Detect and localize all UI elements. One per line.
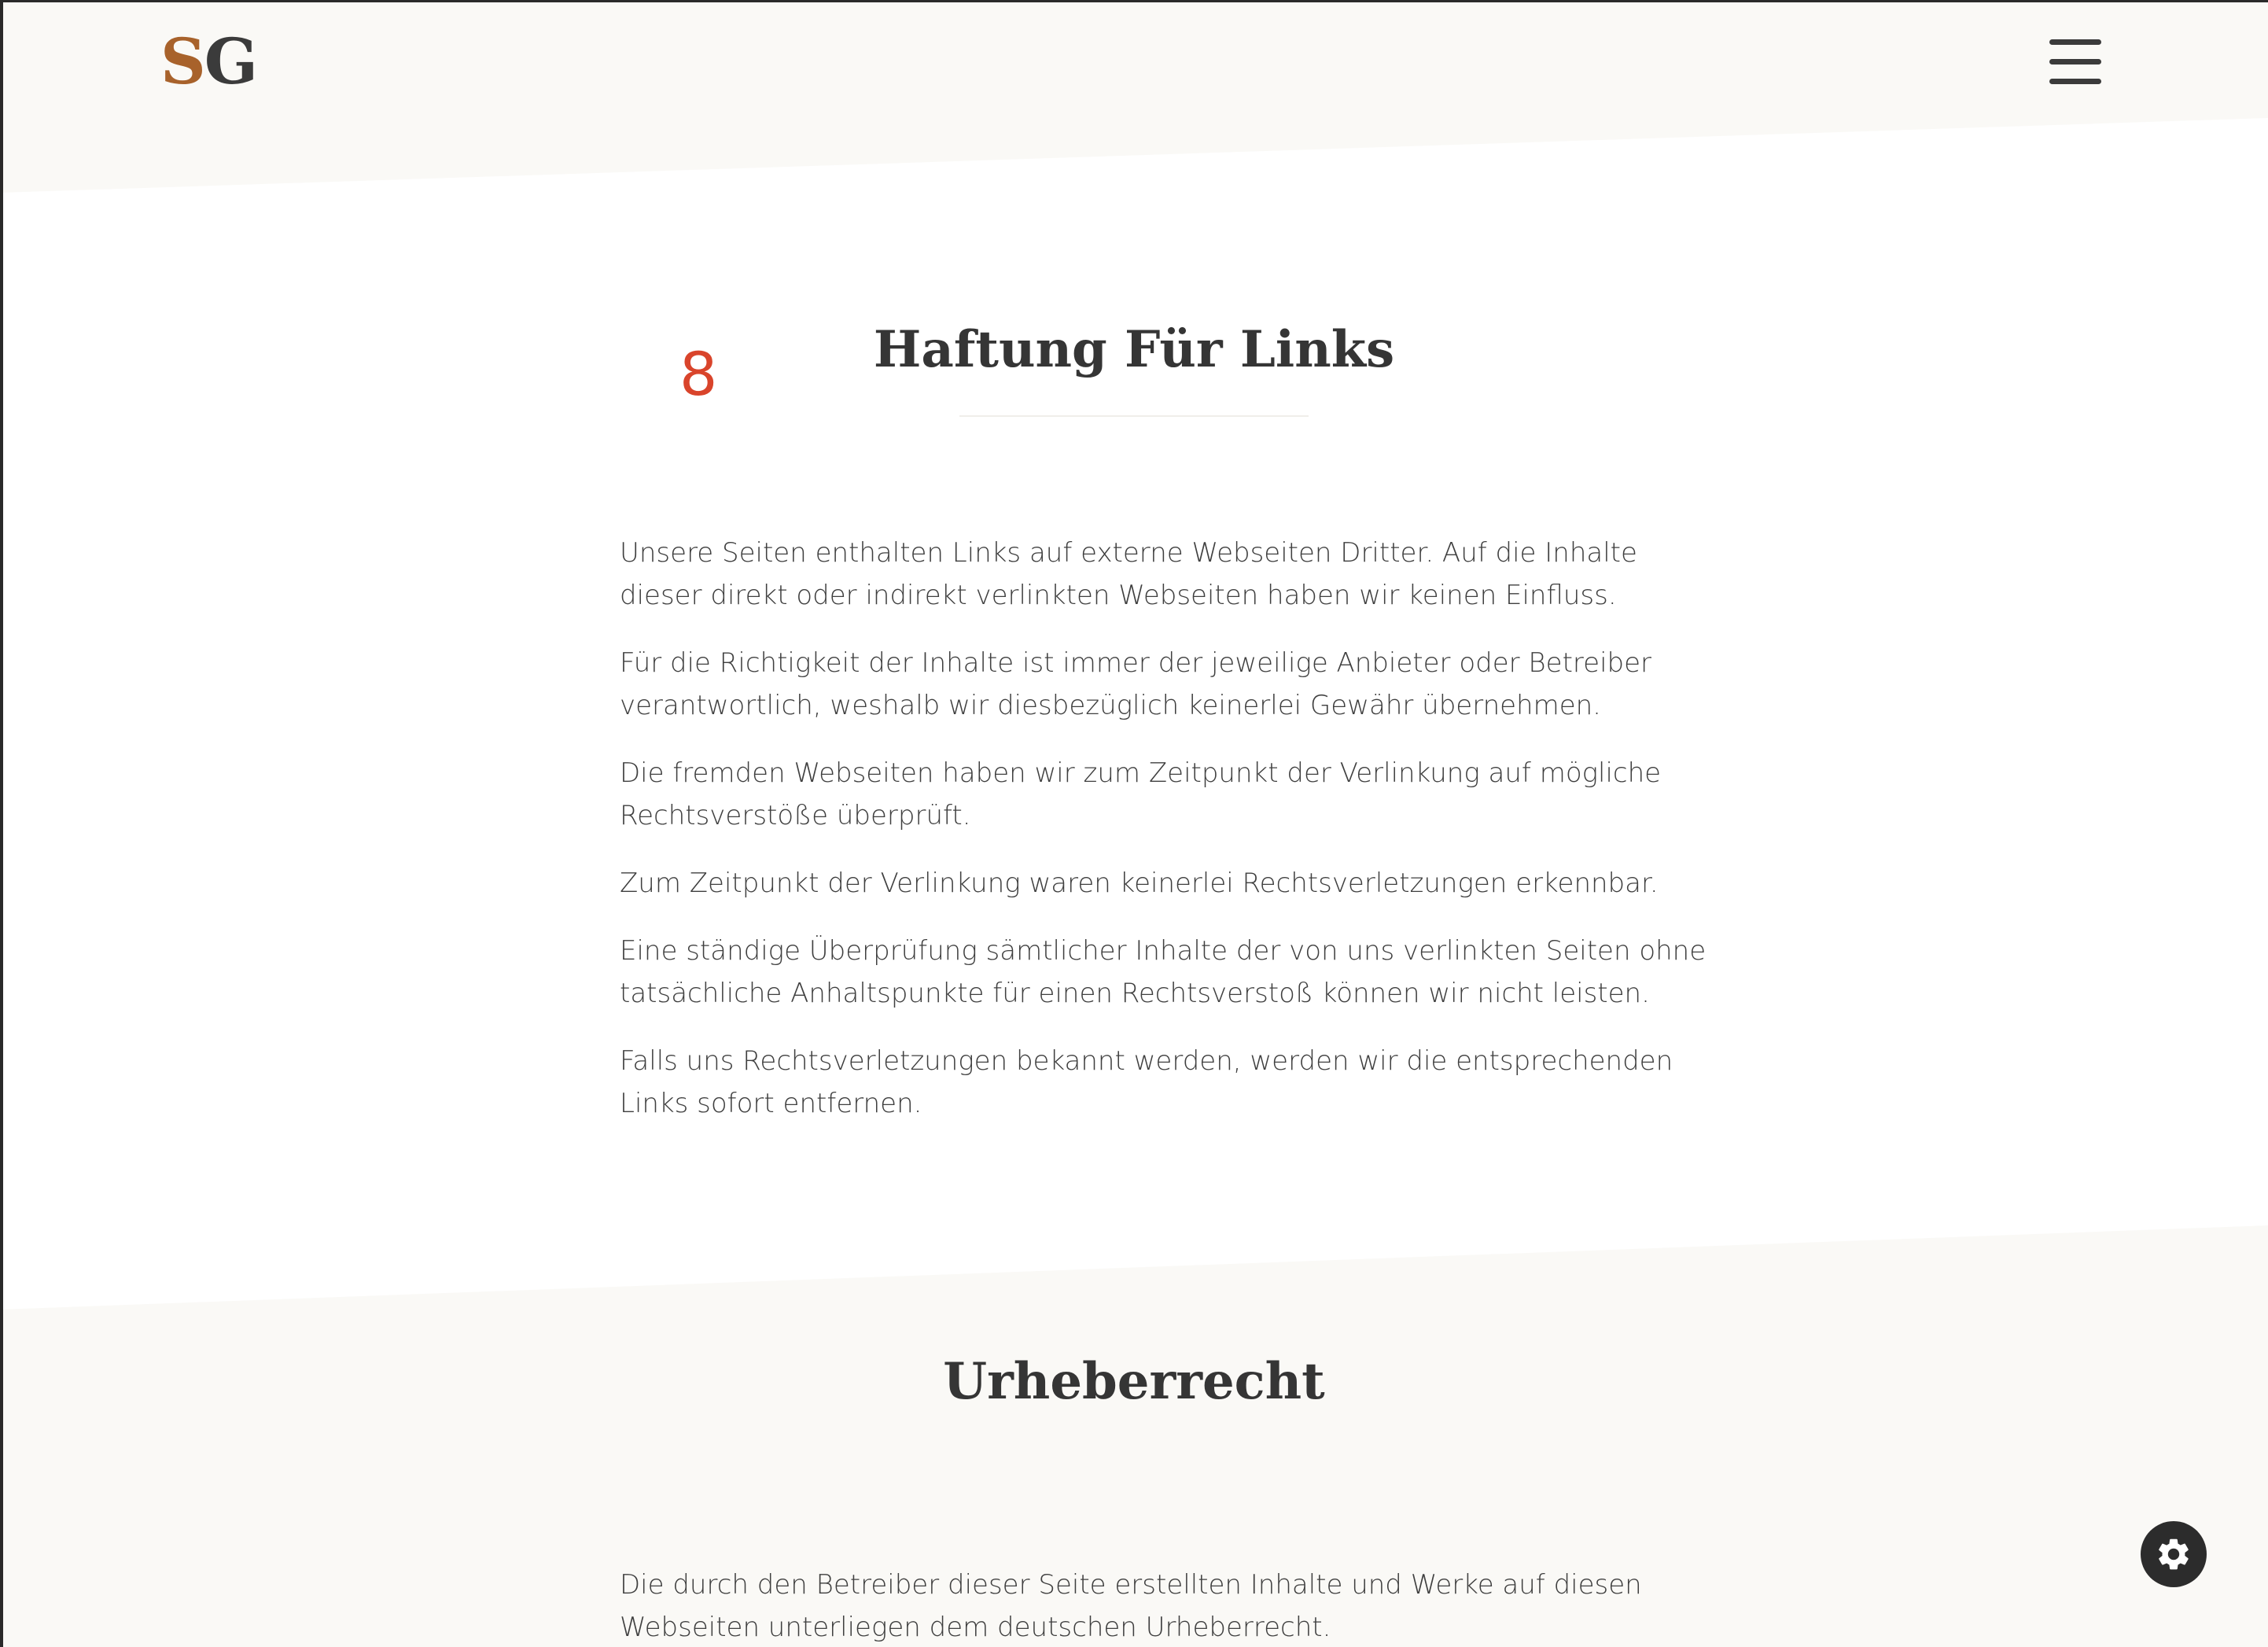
section-title-haftung: Haftung Für Links: [873, 320, 1395, 379]
cookie-settings-button[interactable]: [2141, 1521, 2207, 1587]
paragraph: Falls uns Rechtsverletzungen bekannt wer…: [620, 1045, 1673, 1119]
title-divider: [959, 415, 1309, 417]
logo-letter-s: S: [160, 24, 206, 98]
menu-line: [2049, 39, 2101, 45]
paragraph: Für die Richtigkeit der Inhalte ist imme…: [620, 647, 1652, 721]
site-logo[interactable]: SG: [160, 30, 258, 93]
section-body-haftung: Unsere Seiten enthalten Links auf extern…: [620, 532, 1721, 1150]
paragraph: Eine ständige Überprüfung sämtlicher Inh…: [620, 935, 1707, 1009]
gear-icon: [2159, 1538, 2189, 1570]
window-frame-left: [0, 0, 3, 1647]
menu-line: [2049, 59, 2101, 64]
paragraph: Unsere Seiten enthalten Links auf extern…: [620, 537, 1637, 611]
section-body-urheberrecht: Die durch den Betreiber dieser Seite ers…: [620, 1564, 1721, 1647]
section-title-urheberrecht: Urheberrecht: [943, 1352, 1325, 1411]
window-frame-top: [0, 0, 2268, 2]
paragraph: Die durch den Betreiber dieser Seite ers…: [620, 1569, 1642, 1643]
hamburger-menu-icon[interactable]: [2049, 38, 2104, 87]
menu-line: [2049, 79, 2101, 84]
paragraph: Die fremden Webseiten haben wir zum Zeit…: [620, 757, 1662, 831]
logo-letter-g: G: [204, 24, 258, 98]
paragraph: Zum Zeitpunkt der Verlinkung waren keine…: [620, 868, 1659, 899]
